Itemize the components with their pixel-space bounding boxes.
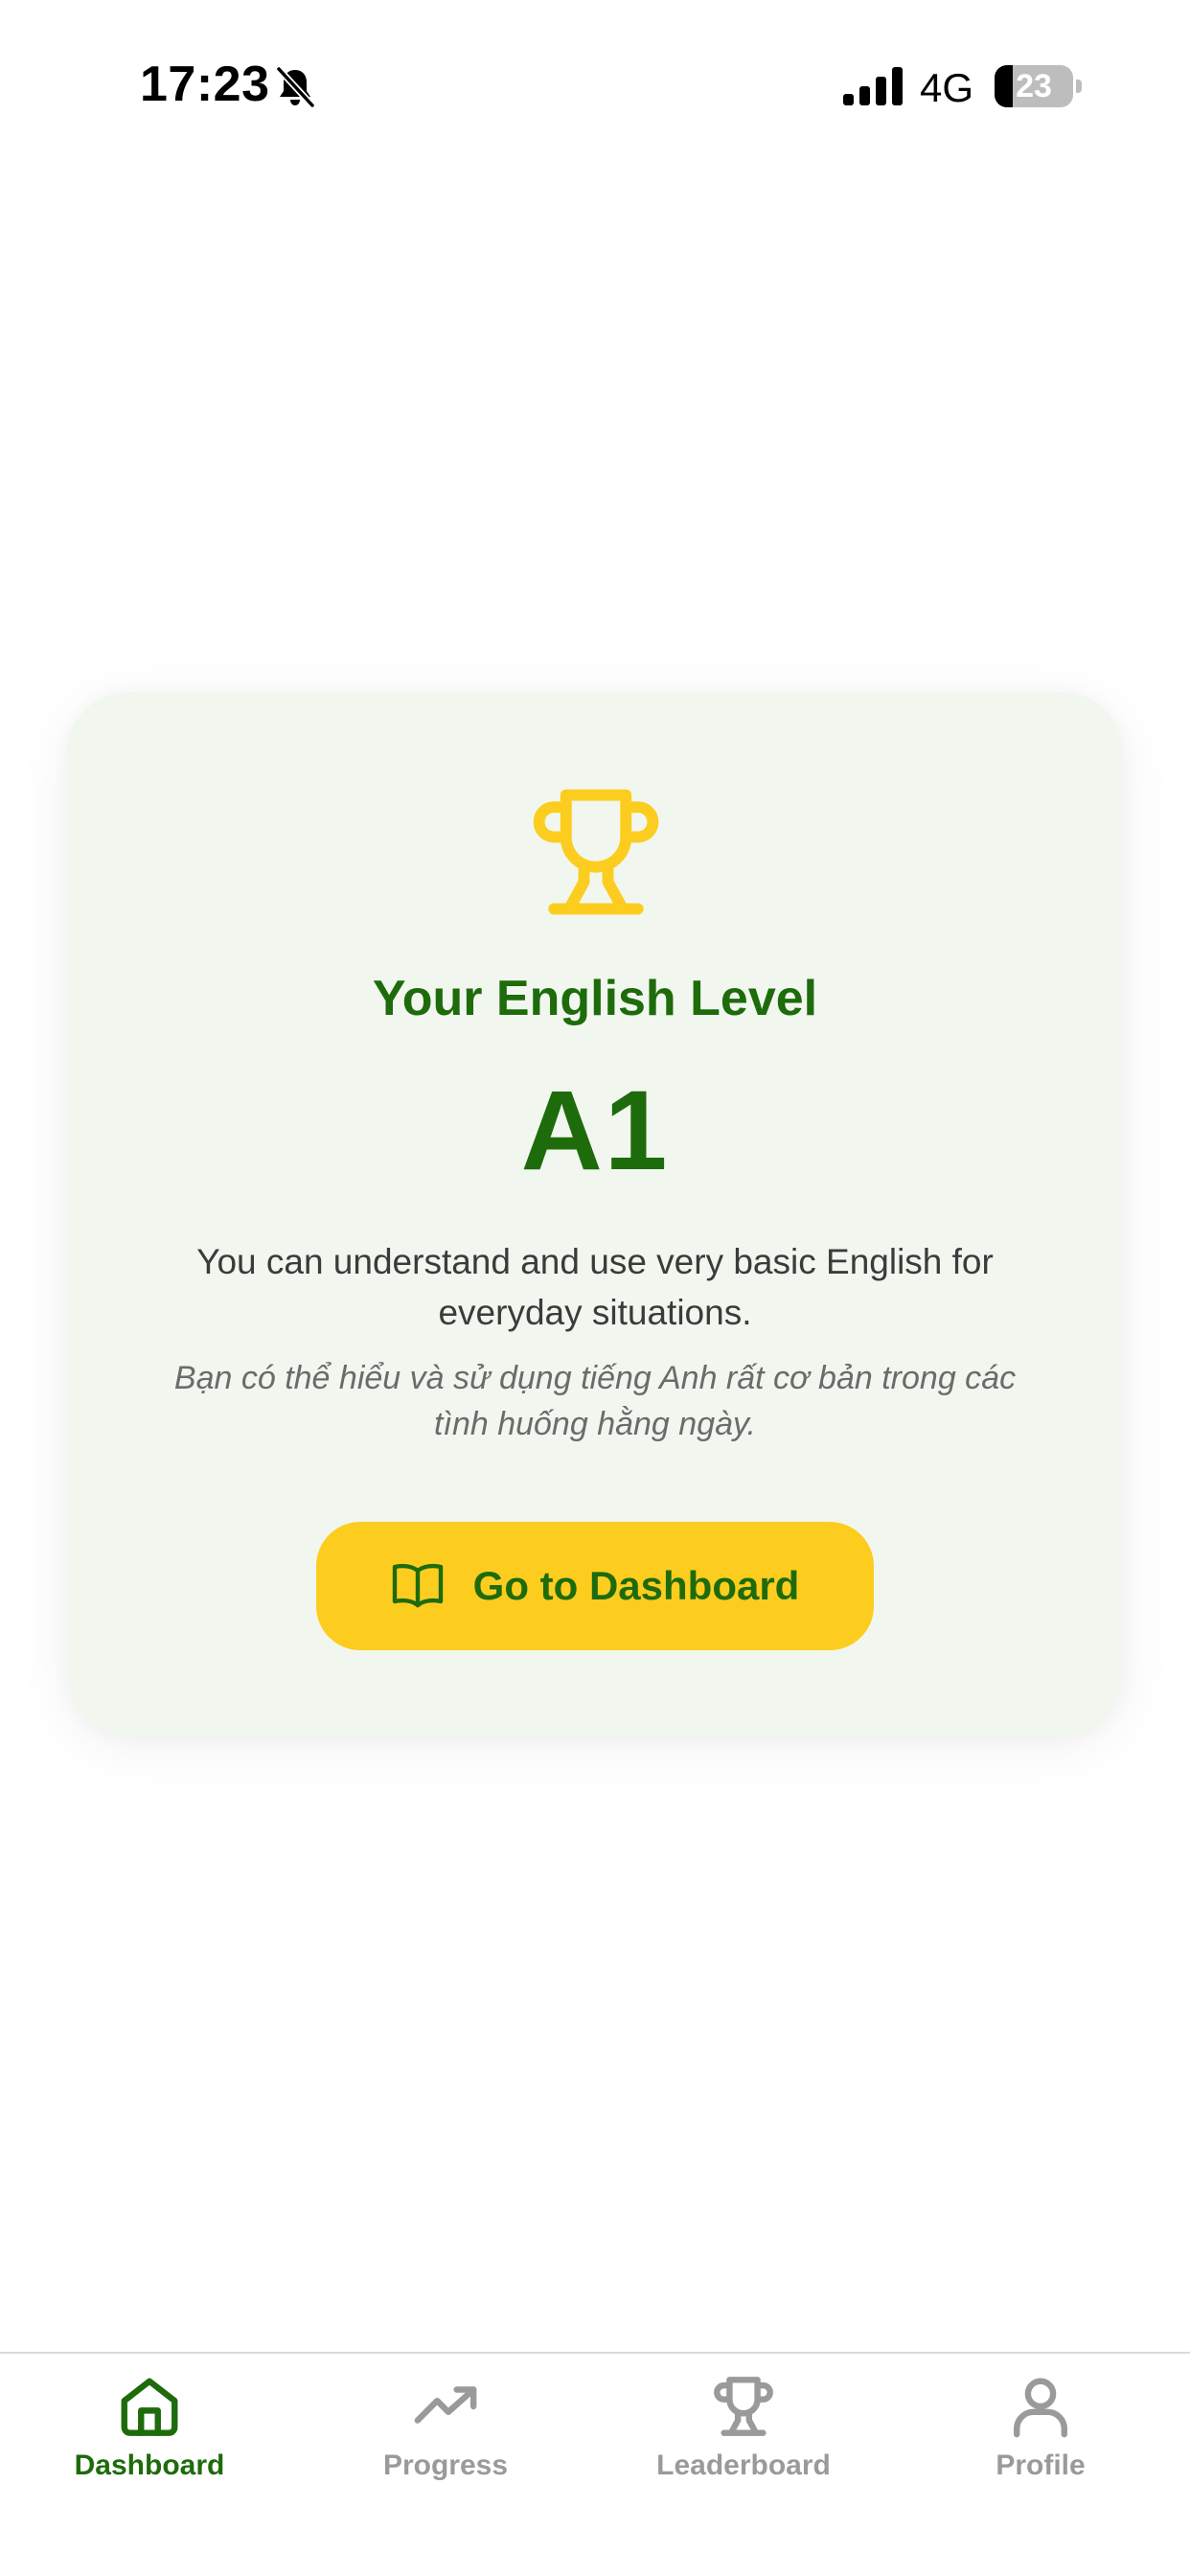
nav-item-progress[interactable]: Progress bbox=[326, 2373, 565, 2497]
nav-item-dashboard[interactable]: Dashboard bbox=[30, 2373, 269, 2497]
nav-label-progress: Progress bbox=[382, 2450, 509, 2481]
trophy-icon bbox=[714, 2377, 773, 2436]
battery-percent: 23 bbox=[1016, 68, 1052, 104]
level-result-card: Your English Level A1 You can understand… bbox=[67, 692, 1123, 1736]
card-title: Your English Level bbox=[372, 971, 818, 1026]
cellular-signal-icon bbox=[843, 67, 903, 105]
go-to-dashboard-label: Go to Dashboard bbox=[472, 1563, 800, 1608]
level-result-screen: 17:23 4G 23 Your English Level A1 You ca… bbox=[0, 0, 1190, 2576]
go-to-dashboard-button[interactable]: Go to Dashboard bbox=[316, 1522, 874, 1650]
battery-icon: 23 bbox=[995, 65, 1083, 107]
english-level-code: A1 bbox=[520, 1068, 670, 1194]
bell-muted-icon bbox=[276, 66, 315, 108]
nav-item-profile[interactable]: Profile bbox=[921, 2373, 1160, 2497]
bottom-navigation: Dashboard Progress Leaderboard Profile bbox=[0, 2352, 1190, 2576]
status-time: 17:23 bbox=[140, 57, 270, 112]
status-bar: 17:23 4G 23 bbox=[0, 0, 1190, 153]
nav-item-leaderboard[interactable]: Leaderboard bbox=[624, 2373, 863, 2497]
home-icon bbox=[121, 2378, 178, 2436]
level-description-vietnamese: Bạn có thể hiểu và sử dụng tiếng Anh rất… bbox=[173, 1360, 1017, 1442]
level-description-english: You can understand and use very basic En… bbox=[196, 1242, 994, 1332]
network-type: 4G bbox=[920, 65, 974, 110]
trophy-icon bbox=[533, 789, 659, 915]
user-icon bbox=[1014, 2378, 1067, 2438]
nav-label-dashboard: Dashboard bbox=[74, 2450, 225, 2481]
book-open-icon bbox=[392, 1563, 443, 1608]
nav-label-profile: Profile bbox=[995, 2450, 1086, 2481]
nav-label-leaderboard: Leaderboard bbox=[656, 2450, 831, 2481]
trending-up-icon bbox=[414, 2386, 477, 2424]
